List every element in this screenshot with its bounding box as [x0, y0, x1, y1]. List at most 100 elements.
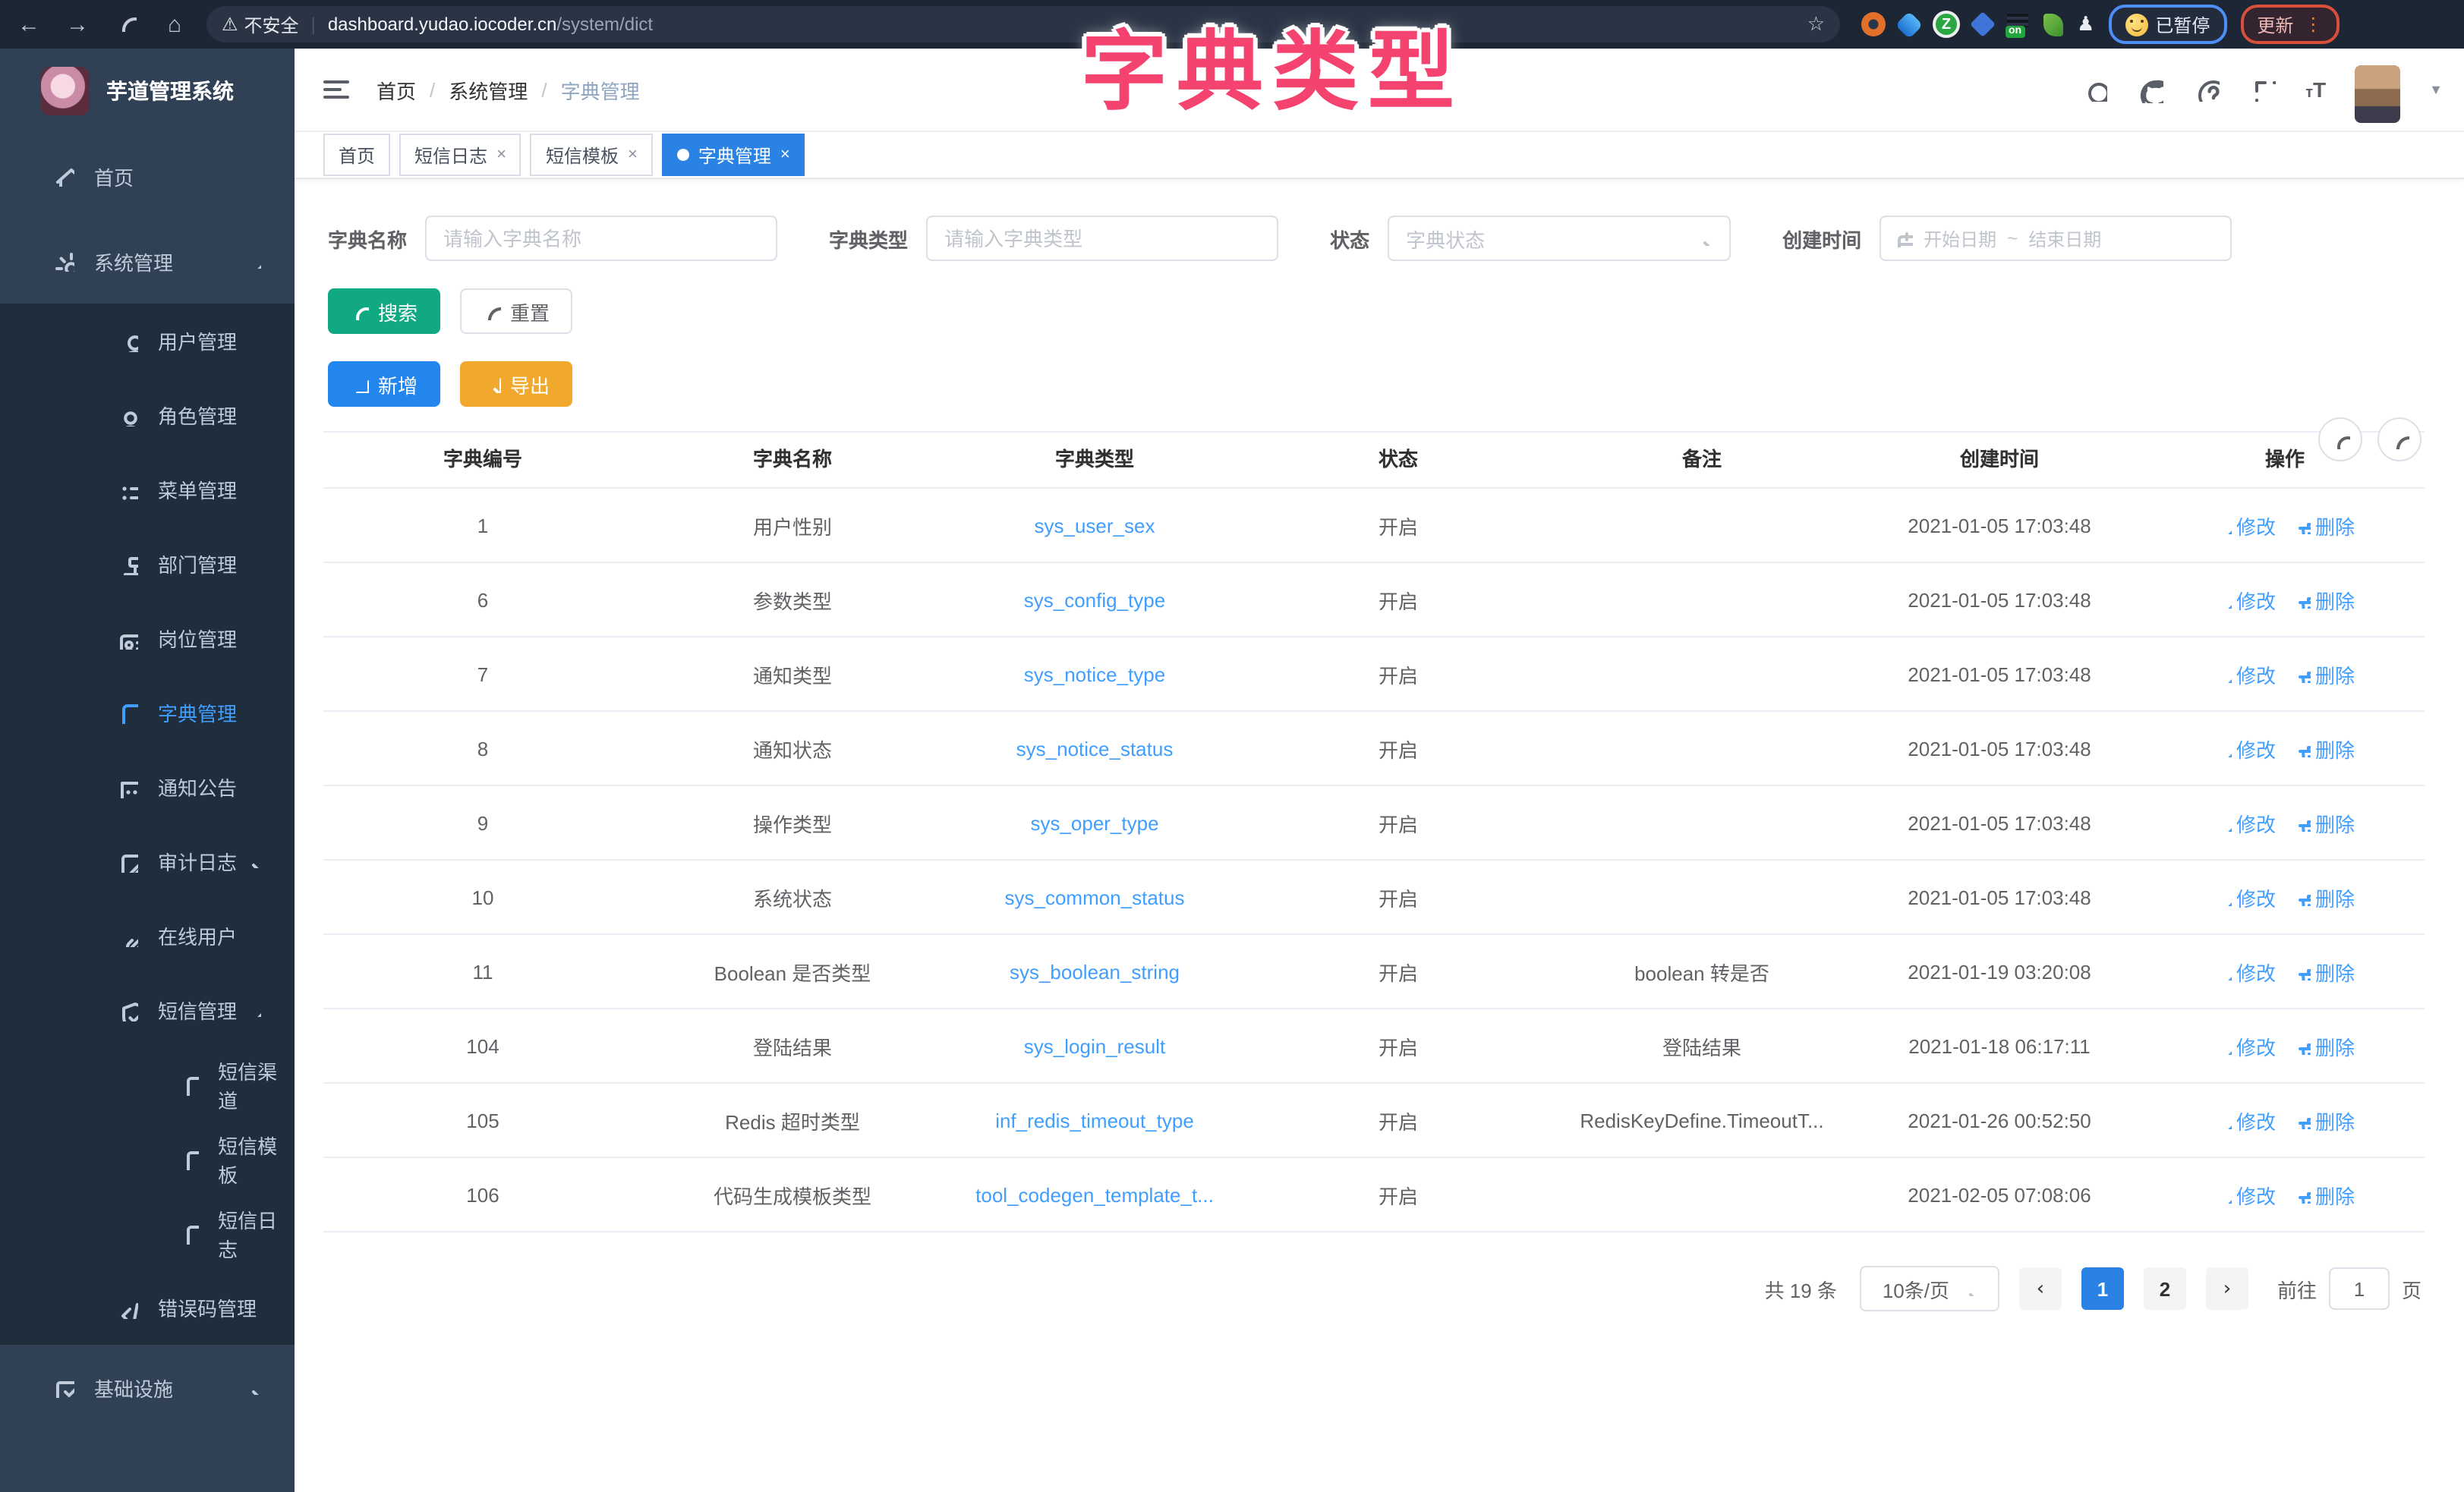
sidebar-item-audit-log[interactable]: 审计日志 — [0, 824, 295, 899]
cell-dict-name: 操作类型 — [642, 808, 943, 837]
close-icon[interactable]: × — [496, 146, 506, 164]
extension-orange-icon[interactable] — [1861, 12, 1886, 36]
goto-page-input[interactable] — [2329, 1267, 2390, 1310]
edit-link[interactable]: 修改 — [2215, 1180, 2276, 1209]
extension-green-icon[interactable]: Z — [1933, 11, 1960, 38]
edit-link[interactable]: 修改 — [2215, 1106, 2276, 1135]
sidebar-item-menus[interactable]: 菜单管理 — [0, 452, 295, 527]
sidebar-item-dict[interactable]: 字典管理 — [0, 675, 295, 750]
sidebar-item-infrastructure[interactable]: 基础设施 — [0, 1345, 295, 1430]
delete-link[interactable]: 删除 — [2294, 808, 2355, 837]
cell-status: 开启 — [1246, 585, 1550, 614]
tab-sms-template[interactable]: 短信模板 × — [531, 134, 653, 176]
breadcrumb-system[interactable]: 系统管理 — [449, 75, 528, 104]
cell-dict-type-link[interactable]: sys_notice_status — [943, 737, 1246, 760]
close-icon[interactable]: × — [628, 146, 638, 164]
font-size-icon[interactable]: тT — [2305, 77, 2326, 102]
browser-menu-icon[interactable]: ⋮ — [2304, 14, 2322, 35]
sidebar-item-online-users[interactable]: 在线用户 — [0, 899, 295, 973]
edit-link[interactable]: 修改 — [2215, 1031, 2276, 1060]
edit-link[interactable]: 修改 — [2215, 511, 2276, 540]
user-avatar[interactable] — [2355, 65, 2400, 123]
delete-link[interactable]: 删除 — [2294, 511, 2355, 540]
delete-link[interactable]: 删除 — [2294, 1031, 2355, 1060]
extension-paused-pill[interactable]: 已暂停 — [2108, 5, 2226, 44]
sidebar-item-home[interactable]: 首页 — [0, 134, 295, 219]
edit-link[interactable]: 修改 — [2215, 883, 2276, 911]
delete-link[interactable]: 删除 — [2294, 957, 2355, 986]
sidebar-item-system[interactable]: 系统管理 — [0, 219, 295, 304]
hamburger-icon[interactable] — [323, 80, 349, 99]
breadcrumb-home[interactable]: 首页 — [377, 75, 416, 104]
add-button[interactable]: 新增 — [328, 361, 440, 407]
table-search-button[interactable] — [2318, 417, 2362, 461]
delete-link[interactable]: 删除 — [2294, 734, 2355, 763]
prev-page-button[interactable]: ‹ — [2019, 1267, 2062, 1310]
date-range-picker[interactable]: 开始日期 ~ 结束日期 — [1880, 216, 2232, 261]
sidebar-item-error-code[interactable]: 错误码管理 — [0, 1270, 295, 1345]
extension-leaf-icon[interactable] — [2043, 13, 2063, 36]
browser-update-pill[interactable]: 更新 ⋮ — [2240, 5, 2339, 44]
fullscreen-icon[interactable] — [2249, 76, 2277, 103]
sidebar-item-sms-channel[interactable]: 短信渠道 — [0, 1047, 295, 1122]
edit-link[interactable]: 修改 — [2215, 585, 2276, 614]
status-select[interactable]: 字典状态 — [1388, 216, 1731, 261]
sidebar-item-posts[interactable]: 岗位管理 — [0, 601, 295, 675]
cell-dict-type-link[interactable]: sys_notice_type — [943, 663, 1246, 685]
tab-home[interactable]: 首页 — [323, 134, 390, 176]
browser-back-icon[interactable]: ← — [15, 11, 43, 37]
extension-tampermonkey-icon[interactable]: on — [2006, 12, 2030, 36]
avatar-caret-icon[interactable]: ▼ — [2429, 82, 2443, 97]
edit-link[interactable]: 修改 — [2215, 734, 2276, 763]
cell-dict-type-link[interactable]: sys_oper_type — [943, 811, 1246, 834]
sidebar-item-departments[interactable]: 部门管理 — [0, 527, 295, 601]
page-button-2[interactable]: 2 — [2144, 1267, 2186, 1310]
close-icon[interactable]: × — [780, 146, 790, 164]
extension-gem-icon[interactable] — [1895, 11, 1924, 39]
tab-dict-active[interactable]: 字典管理 × — [662, 134, 805, 176]
sidebar-item-roles[interactable]: 角色管理 — [0, 378, 295, 452]
browser-forward-icon[interactable]: → — [64, 11, 91, 37]
github-icon[interactable] — [2137, 76, 2164, 103]
extensions-puzzle-icon[interactable]: ♟ — [2077, 12, 2094, 36]
cell-dict-type-link[interactable]: sys_common_status — [943, 886, 1246, 908]
cell-dict-type-link[interactable]: sys_login_result — [943, 1034, 1246, 1057]
delete-link[interactable]: 删除 — [2294, 1106, 2355, 1135]
edit-link[interactable]: 修改 — [2215, 957, 2276, 986]
address-bar[interactable]: ⚠ 不安全 | dashboard.yudao.iocoder.cn /syst… — [206, 6, 1840, 42]
search-button[interactable]: 搜索 — [328, 288, 440, 334]
table-refresh-button[interactable] — [2377, 417, 2421, 461]
delete-link[interactable]: 删除 — [2294, 1180, 2355, 1209]
browser-home-icon[interactable]: ⌂ — [161, 11, 188, 37]
delete-link[interactable]: 删除 — [2294, 585, 2355, 614]
edit-link[interactable]: 修改 — [2215, 808, 2276, 837]
edit-link[interactable]: 修改 — [2215, 659, 2276, 688]
cell-dict-type-link[interactable]: sys_user_sex — [943, 514, 1246, 537]
dict-name-input[interactable] — [425, 216, 777, 261]
delete-link[interactable]: 删除 — [2294, 659, 2355, 688]
cell-dict-type-link[interactable]: sys_boolean_string — [943, 960, 1246, 983]
export-button[interactable]: 导出 — [460, 361, 572, 407]
next-page-button[interactable]: › — [2206, 1267, 2248, 1310]
page-button-1[interactable]: 1 — [2081, 1267, 2124, 1310]
cell-dict-type-link[interactable]: sys_config_type — [943, 588, 1246, 611]
sidebar-item-sms[interactable]: 短信管理 — [0, 973, 295, 1047]
reset-button[interactable]: 重置 — [460, 288, 572, 334]
cell-dict-type-link[interactable]: inf_redis_timeout_type — [943, 1109, 1246, 1132]
cell-status: 开启 — [1246, 1031, 1550, 1060]
app-logo-row[interactable]: 芋道管理系统 — [0, 49, 295, 134]
sidebar-item-sms-log[interactable]: 短信日志 — [0, 1196, 295, 1270]
sidebar-item-sms-template[interactable]: 短信模板 — [0, 1122, 295, 1196]
browser-reload-icon[interactable] — [112, 11, 140, 37]
dict-type-input[interactable] — [926, 216, 1278, 261]
sidebar-item-users[interactable]: 用户管理 — [0, 304, 295, 378]
cell-dict-type-link[interactable]: tool_codegen_template_t... — [943, 1183, 1246, 1206]
sidebar-item-notice[interactable]: 通知公告 — [0, 750, 295, 824]
help-icon[interactable] — [2193, 76, 2220, 103]
delete-link[interactable]: 删除 — [2294, 883, 2355, 911]
tab-sms-log[interactable]: 短信日志 × — [399, 134, 521, 176]
search-icon[interactable] — [2081, 76, 2108, 103]
page-size-select[interactable]: 10条/页 — [1860, 1266, 1999, 1311]
extension-diamond-icon[interactable] — [1970, 11, 1996, 37]
bookmark-star-icon[interactable]: ☆ — [1807, 12, 1825, 36]
